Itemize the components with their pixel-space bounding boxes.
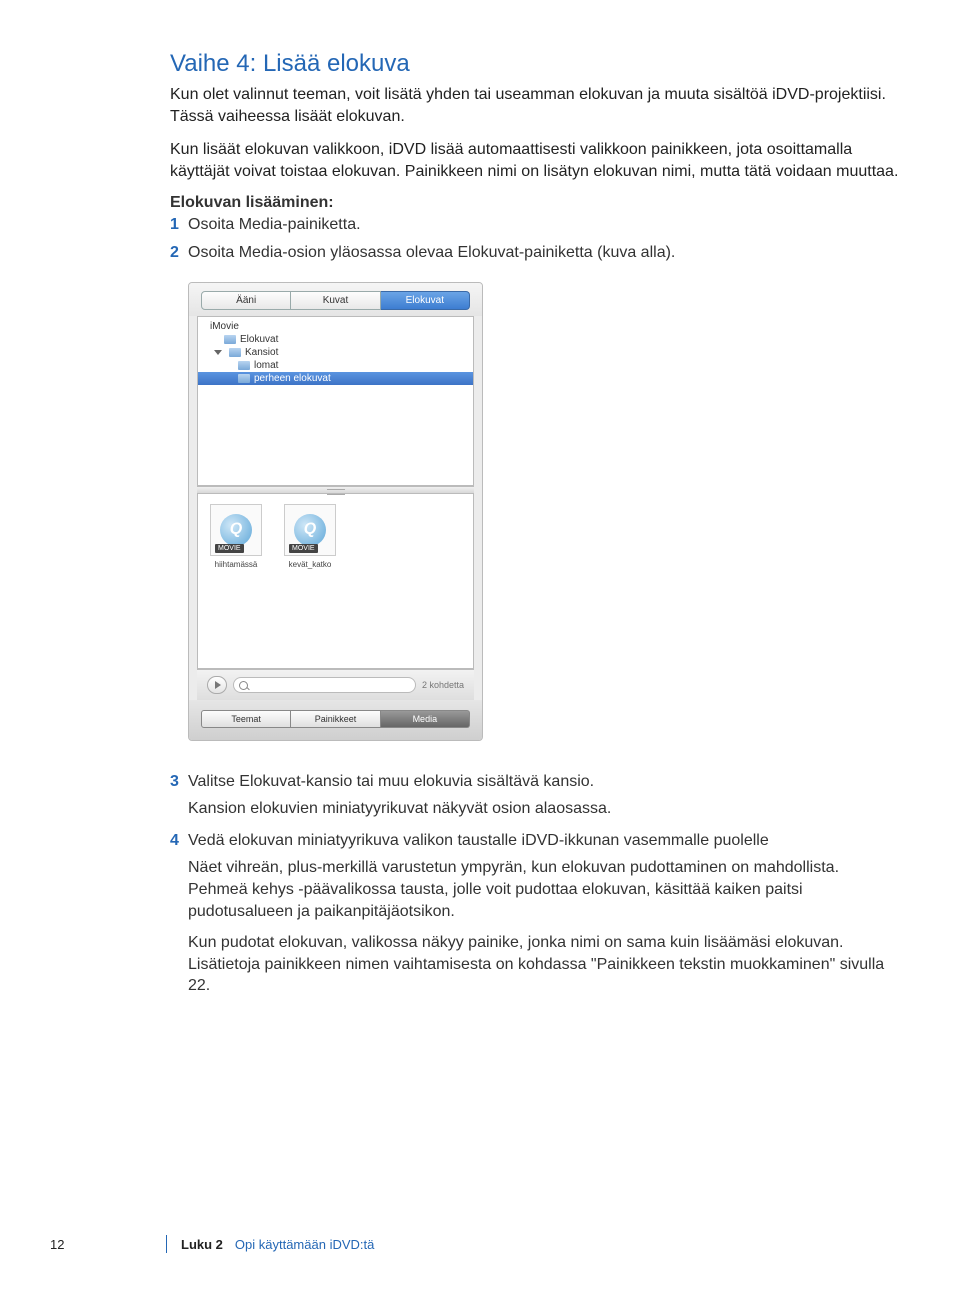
- step-text: Osoita Media-painiketta.: [188, 216, 361, 233]
- tab-movies[interactable]: Elokuvat: [381, 291, 470, 310]
- movie-badge: MOVIE: [215, 544, 244, 553]
- thumb-image: MOVIE: [284, 504, 336, 556]
- step-3-detail: Kansion elokuvien miniatyyrikuvat näkyvä…: [170, 798, 900, 820]
- tree-item-kansiot[interactable]: Kansiot: [198, 346, 473, 359]
- chapter-label: Luku 2: [181, 1237, 223, 1252]
- thumb-label: kevät_katko: [289, 560, 332, 569]
- tree-item-imovie[interactable]: iMovie: [198, 320, 473, 333]
- folder-icon: [238, 374, 250, 383]
- page-number: 12: [50, 1237, 166, 1252]
- intro-paragraph-1: Kun olet valinnut teeman, voit lisätä yh…: [170, 84, 900, 127]
- splitter-handle[interactable]: [197, 486, 474, 494]
- subheading: Elokuvan lisääminen:: [170, 194, 900, 212]
- media-panel: Ääni Kuvat Elokuvat iMovie Elokuvat Kans…: [188, 282, 483, 741]
- step-1: 1Osoita Media-painiketta.: [188, 214, 900, 236]
- footer-divider: [166, 1235, 167, 1253]
- step-text: Vedä elokuvan miniatyyrikuva valikon tau…: [188, 832, 769, 849]
- top-tab-row: Ääni Kuvat Elokuvat: [189, 283, 482, 316]
- tab-audio[interactable]: Ääni: [201, 291, 291, 310]
- movie-badge: MOVIE: [289, 544, 318, 553]
- intro-paragraph-2: Kun lisäät elokuvan valikkoon, iDVD lisä…: [170, 139, 900, 182]
- search-input[interactable]: [233, 677, 416, 693]
- step-text: Osoita Media-osion yläosassa olevaa Elok…: [188, 244, 675, 261]
- quicktime-icon: [294, 514, 326, 546]
- page-heading: Vaihe 4: Lisää elokuva: [170, 50, 900, 78]
- folder-icon: [238, 361, 250, 370]
- step-3: 3Valitse Elokuvat-kansio tai muu elokuvi…: [188, 771, 900, 793]
- page-footer: 12 Luku 2 Opi käyttämään iDVD:tä: [0, 1235, 960, 1253]
- step-4-detail-b: Kun pudotat elokuvan, valikossa näkyy pa…: [170, 932, 900, 997]
- step-4: 4Vedä elokuvan miniatyyrikuva valikon ta…: [188, 830, 900, 852]
- thumbnail-grid: MOVIE hiihtamässä MOVIE kevät_katko: [197, 494, 474, 669]
- source-tree[interactable]: iMovie Elokuvat Kansiot lomat perheen el…: [197, 316, 474, 486]
- thumb-image: MOVIE: [210, 504, 262, 556]
- media-panel-figure: Ääni Kuvat Elokuvat iMovie Elokuvat Kans…: [188, 282, 900, 741]
- tab-media[interactable]: Media: [381, 710, 470, 728]
- tree-item-lomat[interactable]: lomat: [198, 359, 473, 372]
- step-text: Valitse Elokuvat-kansio tai muu elokuvia…: [188, 773, 594, 790]
- step-number: 3: [170, 771, 188, 793]
- folder-icon: [229, 348, 241, 357]
- play-button[interactable]: [207, 676, 227, 694]
- thumb-label: hiihtamässä: [215, 560, 258, 569]
- step-2: 2Osoita Media-osion yläosassa olevaa Elo…: [188, 242, 900, 264]
- panel-footer-bar: 2 kohdetta: [197, 669, 474, 700]
- tab-painikkeet[interactable]: Painikkeet: [291, 710, 380, 728]
- movie-thumb[interactable]: MOVIE hiihtamässä: [208, 504, 264, 569]
- item-count: 2 kohdetta: [422, 680, 464, 690]
- bottom-tab-row: Teemat Painikkeet Media: [189, 700, 482, 740]
- step-4-detail-a: Näet vihreän, plus-merkillä varustetun y…: [170, 857, 900, 922]
- tab-photos[interactable]: Kuvat: [291, 291, 380, 310]
- step-number: 4: [170, 830, 188, 852]
- step-number: 1: [170, 214, 188, 236]
- movie-thumb[interactable]: MOVIE kevät_katko: [282, 504, 338, 569]
- folder-icon: [224, 335, 236, 344]
- step-number: 2: [170, 242, 188, 264]
- quicktime-icon: [220, 514, 252, 546]
- tree-item-elokuvat[interactable]: Elokuvat: [198, 333, 473, 346]
- chevron-down-icon: [214, 350, 222, 355]
- chapter-title: Opi käyttämään iDVD:tä: [235, 1237, 374, 1252]
- tree-item-perheen[interactable]: perheen elokuvat: [198, 372, 473, 385]
- tab-teemat[interactable]: Teemat: [201, 710, 291, 728]
